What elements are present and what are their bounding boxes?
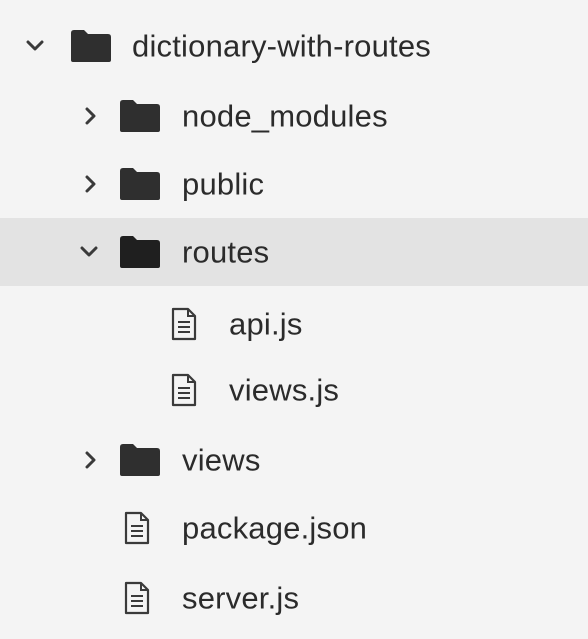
tree-item-label: api.js bbox=[229, 306, 303, 342]
chevron-right-icon[interactable] bbox=[80, 449, 102, 471]
folder-icon bbox=[119, 166, 161, 202]
tree-item-dictionary-with-routes[interactable]: dictionary-with-routes bbox=[0, 12, 588, 80]
tree-item-node-modules[interactable]: node_modules bbox=[0, 82, 588, 150]
tree-item-label: views bbox=[182, 442, 261, 478]
tree-item-label: views.js bbox=[229, 372, 340, 408]
folder-icon bbox=[119, 98, 161, 134]
tree-item-label: routes bbox=[182, 234, 270, 270]
tree-item-views-js[interactable]: views.js bbox=[0, 356, 588, 424]
chevron-down-icon[interactable] bbox=[78, 241, 100, 263]
chevron-down-icon[interactable] bbox=[24, 35, 46, 57]
tree-item-public[interactable]: public bbox=[0, 150, 588, 218]
file-icon bbox=[124, 511, 150, 545]
file-icon bbox=[171, 373, 197, 407]
tree-item-views[interactable]: views bbox=[0, 426, 588, 494]
tree-item-label: package.json bbox=[182, 510, 368, 546]
tree-item-label: server.js bbox=[182, 580, 300, 616]
file-icon bbox=[171, 307, 197, 341]
chevron-right-icon[interactable] bbox=[80, 173, 102, 195]
folder-icon bbox=[119, 234, 161, 270]
tree-item-api-js[interactable]: api.js bbox=[0, 290, 588, 358]
folder-icon bbox=[119, 442, 161, 478]
file-icon bbox=[124, 581, 150, 615]
tree-item-label: public bbox=[182, 166, 265, 202]
file-tree: dictionary-with-routes node_modules publ… bbox=[0, 0, 588, 639]
tree-item-server-js[interactable]: server.js bbox=[0, 564, 588, 632]
tree-item-label: dictionary-with-routes bbox=[132, 28, 432, 64]
chevron-right-icon[interactable] bbox=[80, 105, 102, 127]
folder-icon bbox=[70, 28, 112, 64]
tree-item-routes[interactable]: routes bbox=[0, 218, 588, 286]
tree-item-label: node_modules bbox=[182, 98, 388, 134]
tree-item-package-json[interactable]: package.json bbox=[0, 494, 588, 562]
